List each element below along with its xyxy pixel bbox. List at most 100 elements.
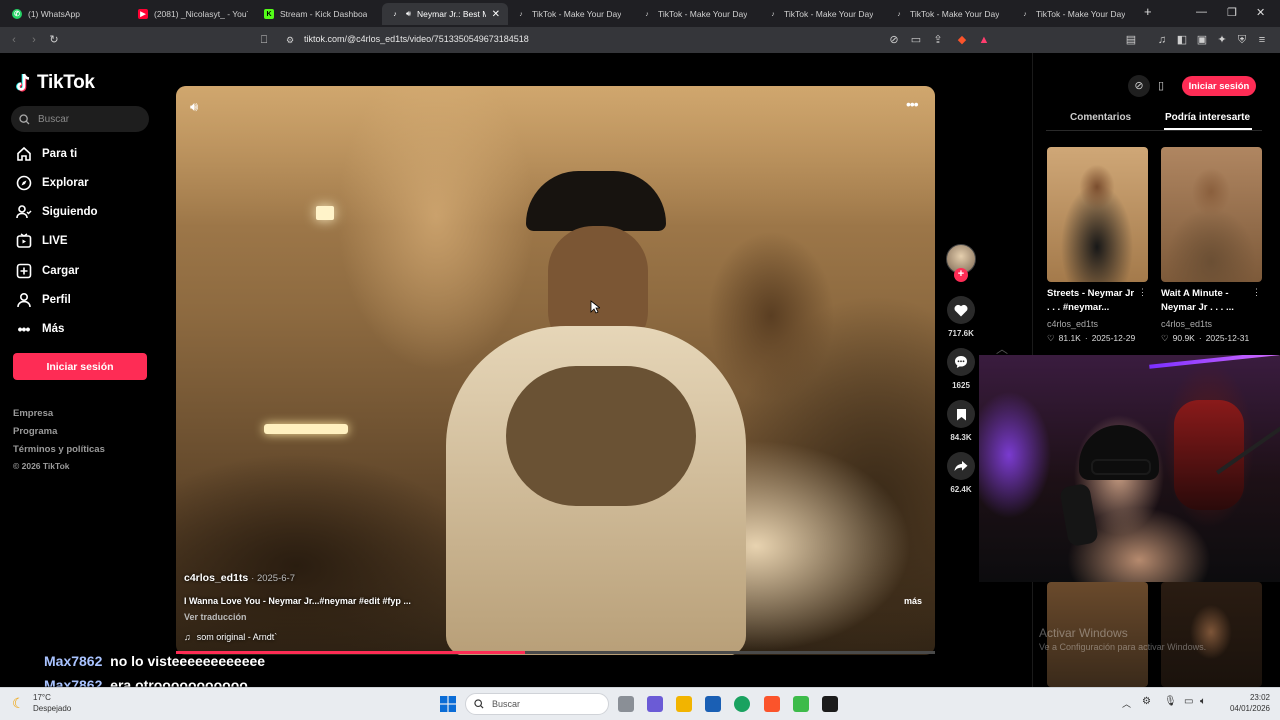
recommended-user[interactable]: c4rlos_ed1ts [1047, 319, 1098, 329]
audio-playing-icon: 🔊︎ [406, 9, 412, 18]
app-icon[interactable] [793, 696, 809, 712]
recommended-thumbnail[interactable] [1047, 147, 1148, 282]
close-window-icon[interactable]: ✕ [1256, 6, 1265, 19]
teams-icon[interactable] [647, 696, 663, 712]
nav-item-explorar[interactable]: Explorar [15, 174, 89, 191]
phone-icon[interactable]: ▯ [1150, 75, 1172, 97]
tiktok-logo[interactable]: TikTok [15, 72, 95, 94]
more-icon: ••• [17, 320, 31, 337]
nav-item-perfil[interactable]: Perfil [15, 291, 71, 308]
tab-tiktok-active[interactable]: ♪ 🔊︎ Neymar Jr.: Best M ✕ [382, 3, 508, 25]
wallet-icon[interactable]: ▣ [1196, 34, 1208, 46]
video-author[interactable]: c4rlos_ed1ts [184, 572, 248, 584]
tray-chevron-icon[interactable]: ︿ [1122, 697, 1131, 710]
translate-link[interactable]: Ver traducción [184, 612, 247, 622]
new-tab-icon[interactable]: + [1144, 4, 1152, 19]
microphone-icon[interactable]: 🎙︎ [1164, 696, 1177, 707]
forward-icon[interactable]: › [28, 34, 40, 46]
save-button[interactable]: 84.3K [946, 400, 976, 442]
media-icon[interactable]: ♫ [1156, 34, 1168, 46]
back-icon[interactable]: ‹ [8, 34, 20, 46]
volume-icon[interactable]: 🔊︎ [190, 99, 198, 115]
moon-weather-icon[interactable]: ☾ [12, 695, 25, 712]
tab-tiktok[interactable]: ♪ TikTok - Make Your Day [508, 3, 634, 25]
login-button[interactable]: Iniciar sesión [13, 353, 147, 380]
tab-tiktok[interactable]: ♪ TikTok - Make Your Day [634, 3, 760, 25]
footer-link-terminos[interactable]: Términos y políticas [13, 444, 105, 455]
recommended-thumbnail[interactable] [1161, 147, 1262, 282]
minimize-icon[interactable]: — [1196, 6, 1207, 18]
network-icon[interactable]: ▭ [1184, 696, 1193, 707]
gaming-chair-shape [1174, 400, 1244, 510]
tab-youtube[interactable]: ▶ (2081) _Nicolasyt_ - YouTu [130, 3, 256, 25]
taskbar-search-input[interactable]: Buscar [465, 693, 609, 715]
search-input[interactable]: Buscar [11, 106, 149, 132]
more-options-icon[interactable]: ••• [906, 96, 919, 112]
extensions-icon[interactable]: ✦ [1216, 34, 1228, 46]
close-tab-icon[interactable]: ✕ [492, 9, 500, 20]
edge-icon[interactable] [734, 696, 750, 712]
video-off-icon[interactable]: ⊘ [888, 34, 900, 46]
header-login-button[interactable]: Iniciar sesión [1182, 76, 1256, 96]
recommended-title[interactable]: Wait A Minute - Neymar Jr . . . ... [1161, 287, 1253, 315]
tiktok-icon: ♪ [1023, 10, 1027, 18]
recommended-title[interactable]: Streets - Neymar Jr . . . #neymar... [1047, 287, 1139, 315]
bookmark-icon[interactable]: ⎕ [258, 34, 270, 46]
nav-item-para-ti[interactable]: Para ti [15, 145, 77, 162]
like-button[interactable]: 717.6K [946, 296, 976, 338]
more-caption-button[interactable]: más [904, 596, 922, 606]
share-icon[interactable]: ⇪ [932, 34, 944, 46]
url-field[interactable]: tiktok.com/@c4rlos_ed1ts/video/751335054… [304, 34, 529, 44]
weather-temp[interactable]: 17°C [33, 693, 51, 702]
tab-comentarios[interactable]: Comentarios [1070, 112, 1131, 123]
video-player[interactable]: 🔊︎ ••• c4rlos_ed1ts · 2025-6-7 I Wanna L… [176, 86, 935, 655]
nav-item-siguiendo[interactable]: Siguiendo [15, 203, 98, 220]
reader-icon[interactable]: ▤ [1125, 34, 1137, 46]
tab-tiktok[interactable]: ♪ TikTok - Make Your Day [760, 3, 886, 25]
obs-icon[interactable] [822, 696, 838, 712]
file-explorer-icon[interactable] [676, 696, 692, 712]
speaker-icon[interactable]: 🔈︎ [1200, 696, 1206, 707]
brave-rewards-icon[interactable]: ▲ [978, 34, 990, 46]
nav-item-cargar[interactable]: Cargar [15, 262, 79, 279]
clock-time[interactable]: 23:02 [1230, 693, 1270, 702]
footer-link-programa[interactable]: Programa [13, 426, 57, 437]
weather-desc[interactable]: Despejado [33, 704, 71, 713]
store-icon[interactable] [705, 696, 721, 712]
footer-link-empresa[interactable]: Empresa [13, 408, 53, 419]
follow-plus-icon[interactable]: + [954, 268, 968, 282]
vpn-icon[interactable]: ⛨ [1236, 34, 1248, 46]
recommended-thumbnail[interactable] [1161, 582, 1262, 687]
chat-message: Max7862 no lo visteeeeeeeeeeee [44, 653, 266, 669]
tab-tiktok[interactable]: ♪ TikTok - Make Your Day [886, 3, 1012, 25]
sidebar-icon[interactable]: ◧ [1176, 34, 1188, 46]
site-info-icon[interactable]: ⚙ [284, 34, 296, 46]
youtube-icon: ▶ [138, 9, 148, 19]
windows-start-icon[interactable] [440, 696, 456, 712]
reload-icon[interactable]: ↻ [48, 34, 60, 46]
brave-icon[interactable] [764, 696, 780, 712]
comment-button[interactable]: 1625 [946, 348, 976, 390]
tab-whatsapp[interactable]: ✆ (1) WhatsApp [4, 3, 130, 25]
clock-date[interactable]: 04/01/2026 [1218, 704, 1270, 713]
recommended-meta: ♡ 81.1K · 2025-12-29 [1047, 333, 1136, 343]
share-button[interactable]: 62.4K [946, 452, 976, 494]
explore-icon[interactable]: ⊘ [1128, 75, 1150, 97]
tab-podria-interesarte[interactable]: Podría interesarte [1165, 112, 1250, 123]
tab-tiktok[interactable]: ♪ TikTok - Make Your Day [1012, 3, 1138, 25]
tab-kick[interactable]: K Stream - Kick Dashboa [256, 3, 382, 25]
recommended-user[interactable]: c4rlos_ed1ts [1161, 319, 1212, 329]
task-view-icon[interactable] [618, 696, 634, 712]
tray-app-icon[interactable]: ⚙ [1142, 696, 1151, 707]
restore-icon[interactable]: ❐ [1227, 6, 1237, 19]
more-vertical-icon[interactable]: ⋮ [1138, 287, 1147, 298]
cast-icon[interactable]: ▭ [910, 34, 922, 46]
more-vertical-icon[interactable]: ⋮ [1252, 287, 1261, 298]
led-light-strip [1149, 355, 1279, 369]
menu-icon[interactable]: ≡ [1256, 34, 1268, 46]
nav-item-mas[interactable]: ••• Más [15, 320, 65, 337]
brave-shield-icon[interactable]: ◆ [956, 34, 968, 46]
nav-item-live[interactable]: LIVE [15, 232, 68, 249]
video-progress-bar[interactable] [176, 651, 935, 654]
sound-link[interactable]: ♫ som original - Arndt` [184, 632, 277, 642]
